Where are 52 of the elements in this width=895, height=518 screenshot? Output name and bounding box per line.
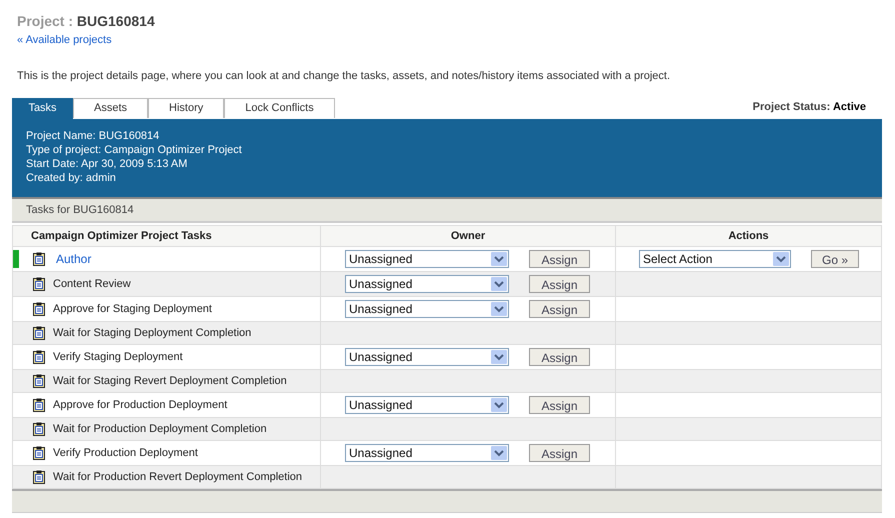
task-name: Verify Staging Deployment bbox=[53, 350, 183, 365]
task-name: Wait for Production Revert Deployment Completion bbox=[53, 470, 302, 485]
assign-button[interactable]: Assign bbox=[529, 396, 590, 414]
tab[interactable]: Assets bbox=[73, 98, 148, 118]
task-name: Verify Production Deployment bbox=[53, 446, 198, 461]
column-header: Campaign Optimizer Project Tasks bbox=[12, 226, 320, 246]
title-label: Project : bbox=[17, 13, 74, 29]
clipboard-icon bbox=[33, 374, 45, 388]
clipboard-icon bbox=[33, 326, 45, 340]
project-title: BUG160814 bbox=[76, 13, 155, 29]
tab[interactable]: Tasks bbox=[12, 98, 73, 119]
tab[interactable]: History bbox=[148, 98, 224, 118]
dropdown[interactable]: Unassigned bbox=[345, 348, 509, 366]
clipboard-icon bbox=[33, 446, 45, 460]
clipboard-icon bbox=[33, 398, 45, 412]
assign-button[interactable]: Assign bbox=[529, 250, 590, 268]
project-detail: Type of project: Campaign Optimizer Project bbox=[26, 143, 243, 157]
status-label: Project Status: bbox=[752, 100, 830, 112]
clipboard-icon bbox=[33, 422, 45, 436]
column-header: Actions bbox=[616, 226, 882, 246]
dropdown[interactable]: Unassigned bbox=[345, 444, 509, 462]
task-name: Content Review bbox=[53, 276, 131, 292]
project-detail: Project Name: BUG160814 bbox=[26, 129, 160, 143]
clipboard-icon bbox=[33, 470, 45, 484]
available-projects-link[interactable]: « Available projects bbox=[17, 34, 112, 46]
tab[interactable]: Lock Conflicts bbox=[224, 98, 335, 118]
dropdown[interactable]: Unassigned bbox=[345, 396, 509, 414]
task-name: Wait for Staging Revert Deployment Completion bbox=[53, 374, 287, 389]
clipboard-icon bbox=[33, 252, 45, 266]
assign-button[interactable]: Assign bbox=[529, 348, 590, 366]
column-header: Owner bbox=[320, 226, 616, 246]
clipboard-icon bbox=[33, 302, 45, 316]
status-value: Active bbox=[832, 100, 866, 112]
clipboard-icon bbox=[33, 350, 45, 364]
assign-button[interactable]: Assign bbox=[529, 444, 590, 462]
task-name: Wait for Staging Deployment Completion bbox=[53, 326, 252, 341]
project-detail: Start Date: Apr 30, 2009 5:13 AM bbox=[26, 157, 188, 171]
dropdown[interactable]: Unassigned bbox=[345, 300, 509, 318]
assign-button[interactable]: Assign bbox=[529, 300, 590, 318]
section-title: Tasks for BUG160814 bbox=[26, 202, 134, 218]
clipboard-icon bbox=[33, 277, 45, 291]
page-description: This is the project details page, where you can look at and change the tasks, assets, and notes/history items associated with a project. bbox=[17, 68, 672, 84]
project-detail: Created by: admin bbox=[26, 171, 117, 185]
dropdown[interactable]: Unassigned bbox=[345, 250, 509, 268]
assign-button[interactable]: Assign bbox=[529, 275, 590, 293]
dropdown[interactable]: Select Action bbox=[639, 250, 791, 268]
task-name: Approve for Production Deployment bbox=[53, 398, 228, 413]
task-name: Wait for Production Deployment Completion bbox=[53, 422, 267, 437]
task-name: Approve for Staging Deployment bbox=[53, 302, 212, 317]
task-link[interactable]: Author bbox=[56, 250, 92, 268]
dropdown[interactable]: Unassigned bbox=[345, 275, 509, 293]
go-button[interactable]: Go » bbox=[811, 250, 859, 268]
